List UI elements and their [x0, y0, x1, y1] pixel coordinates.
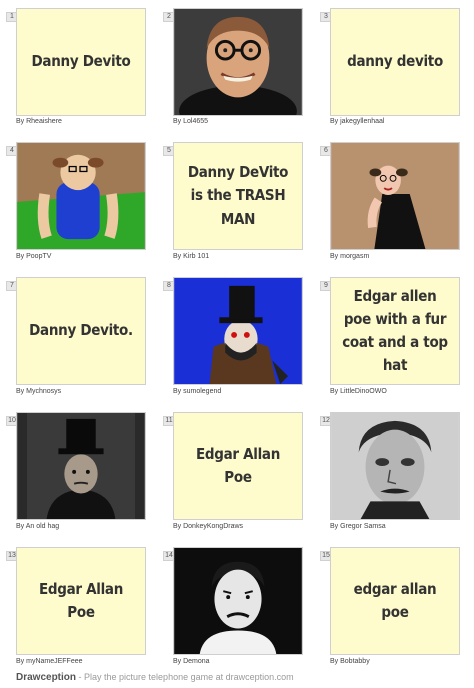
author-link[interactable]: By LittleDinoOWO	[330, 388, 387, 395]
drawing-panel[interactable]	[330, 142, 460, 250]
poe-cartoon-drawing	[174, 548, 302, 654]
poe-sketch-drawing	[331, 413, 459, 519]
author-link[interactable]: By morgasm	[330, 253, 369, 260]
caption-text: Danny Devito.	[29, 321, 133, 340]
author-link[interactable]: By DonkeyKongDraws	[173, 523, 243, 530]
caption-text: Danny Devito	[31, 52, 131, 71]
caption-panel[interactable]: Edgar allen poe with a fur coat and a to…	[330, 277, 460, 385]
author-link[interactable]: By Lol4655	[173, 118, 208, 125]
caption-panel[interactable]: Edgar Allan Poe	[16, 547, 146, 655]
caption-text: danny devito	[347, 52, 443, 71]
caption-panel[interactable]: danny devito	[330, 8, 460, 116]
drawing-panel[interactable]	[173, 547, 303, 655]
caption-panel[interactable]: Danny Devito.	[16, 277, 146, 385]
drawing-panel[interactable]	[330, 412, 460, 520]
drawception-logo-link[interactable]: Drawception	[16, 672, 76, 683]
author-link[interactable]: By Bobtabby	[330, 658, 370, 665]
caption-panel[interactable]: edgar allan poe	[330, 547, 460, 655]
author-link[interactable]: By Rheaishere	[16, 118, 62, 125]
caption-text: Danny DeVito is the TRASH MAN	[187, 163, 289, 228]
author-link[interactable]: By An old hag	[16, 523, 59, 530]
drawing-panel[interactable]	[173, 277, 303, 385]
author-link[interactable]: By jakegyllenhaal	[330, 118, 384, 125]
drawing-panel[interactable]	[16, 142, 146, 250]
footer-tagline: - Play the picture telephone game at dra…	[76, 672, 294, 682]
poe-top-hat-drawing	[17, 413, 145, 519]
devito-tank-top-drawing	[17, 143, 145, 249]
author-link[interactable]: By PoopTV	[16, 253, 51, 260]
caption-panel[interactable]: Danny Devito	[16, 8, 146, 116]
footer: Drawception - Play the picture telephone…	[16, 672, 294, 683]
caption-panel[interactable]: Edgar Allan Poe	[173, 412, 303, 520]
caption-panel[interactable]: Danny DeVito is the TRASH MAN	[173, 142, 303, 250]
drawing-panel[interactable]	[173, 8, 303, 116]
caption-text: Edgar Allan Poe	[38, 579, 124, 621]
devito-portrait-drawing	[174, 9, 302, 115]
caption-text: Edgar allen poe with a fur coat and a to…	[342, 286, 448, 375]
author-link[interactable]: By Kirb 101	[173, 253, 209, 260]
devito-black-dress-drawing	[331, 143, 459, 249]
author-link[interactable]: By Demona	[173, 658, 210, 665]
caption-text: Edgar Allan Poe	[195, 444, 281, 486]
drawing-panel[interactable]	[16, 412, 146, 520]
top-hat-fur-coat-drawing	[174, 278, 302, 384]
author-link[interactable]: By Mychnosys	[16, 388, 61, 395]
caption-text: edgar allan poe	[353, 579, 437, 621]
author-link[interactable]: By Gregor Samsa	[330, 523, 386, 530]
author-link[interactable]: By sumolegend	[173, 388, 221, 395]
author-link[interactable]: By myNameJEFFeee	[16, 658, 83, 665]
